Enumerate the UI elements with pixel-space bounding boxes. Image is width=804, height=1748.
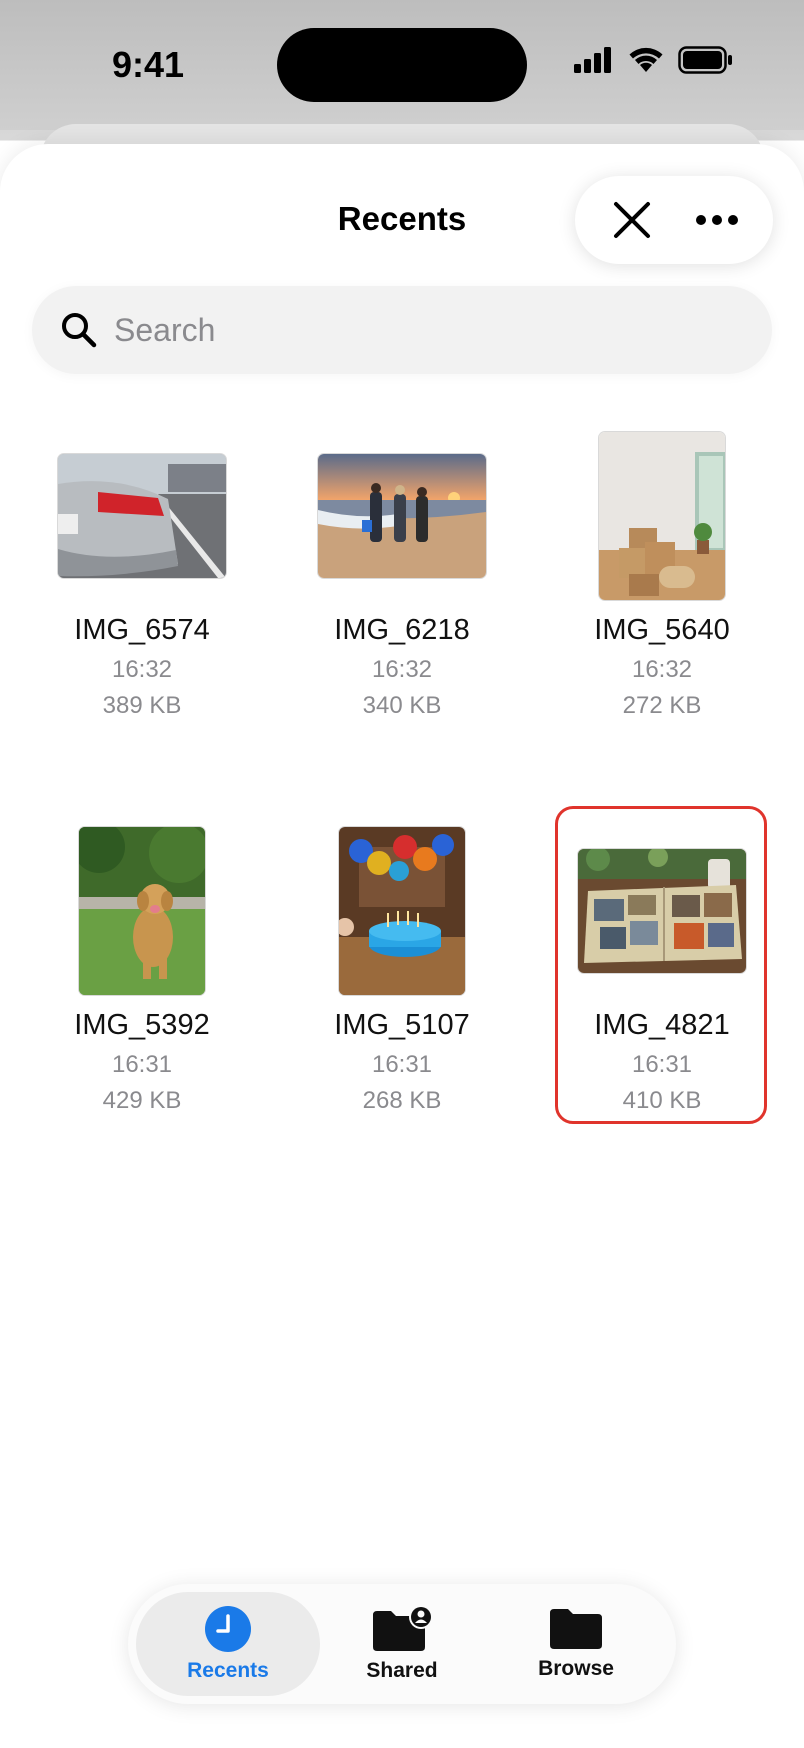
file-size: 272 KB (622, 692, 702, 719)
tab-label: Browse (538, 1657, 614, 1680)
close-icon (613, 202, 650, 238)
file-thumbnail (578, 849, 746, 973)
shared-folder-icon (373, 1605, 433, 1651)
cellular-signal-icon (574, 47, 611, 73)
file-name: IMG_4821 (594, 1009, 730, 1041)
battery-icon (678, 46, 732, 74)
file-thumbnail (58, 454, 226, 578)
file-name: IMG_6574 (74, 614, 210, 646)
more-icon (695, 215, 738, 225)
tab-browse[interactable]: Browse (484, 1592, 668, 1696)
file-time: 16:32 (631, 656, 693, 683)
dynamic-island (277, 28, 527, 102)
file-name: IMG_5107 (334, 1009, 470, 1041)
clock-icon (205, 1606, 251, 1652)
search-bar[interactable] (32, 286, 772, 374)
header-actions (575, 176, 773, 264)
more-options-button[interactable] (682, 185, 752, 255)
file-name: IMG_6218 (334, 614, 470, 646)
file-thumbnail (318, 454, 486, 578)
file-thumbnail (339, 827, 465, 995)
tab-label: Recents (187, 1659, 269, 1682)
wifi-icon (629, 47, 663, 72)
file-time: 16:32 (111, 656, 173, 683)
file-time: 16:31 (111, 1051, 173, 1078)
file-item[interactable]: IMG_6574 16:32 389 KB (12, 430, 272, 730)
file-item-selected[interactable]: IMG_4821 16:31 410 KB (532, 825, 792, 1125)
file-time: 16:31 (631, 1051, 693, 1078)
file-name: IMG_5392 (74, 1009, 210, 1041)
file-size: 429 KB (102, 1087, 182, 1114)
close-button[interactable] (597, 185, 667, 255)
tab-label: Shared (366, 1659, 438, 1682)
search-input[interactable] (114, 311, 714, 349)
tab-shared[interactable]: Shared (310, 1592, 494, 1696)
file-thumbnail (79, 827, 205, 995)
search-icon (62, 313, 97, 348)
file-time: 16:31 (371, 1051, 433, 1078)
file-item[interactable]: IMG_5392 16:31 429 KB (12, 825, 272, 1125)
status-icons (574, 46, 734, 74)
file-size: 268 KB (362, 1087, 442, 1114)
file-name: IMG_5640 (594, 614, 730, 646)
tab-bar: Recents Shared Browse (128, 1584, 676, 1704)
file-item[interactable]: IMG_6218 16:32 340 KB (272, 430, 532, 730)
file-size: 410 KB (622, 1087, 702, 1114)
file-size: 340 KB (362, 692, 442, 719)
file-size: 389 KB (102, 692, 182, 719)
file-item[interactable]: IMG_5640 16:32 272 KB (532, 430, 792, 730)
file-item[interactable]: IMG_5107 16:31 268 KB (272, 825, 532, 1125)
tab-recents[interactable]: Recents (136, 1592, 320, 1696)
folder-icon (550, 1609, 602, 1649)
status-time: 9:41 (112, 44, 185, 85)
file-thumbnail (599, 432, 725, 600)
file-time: 16:32 (371, 656, 433, 683)
